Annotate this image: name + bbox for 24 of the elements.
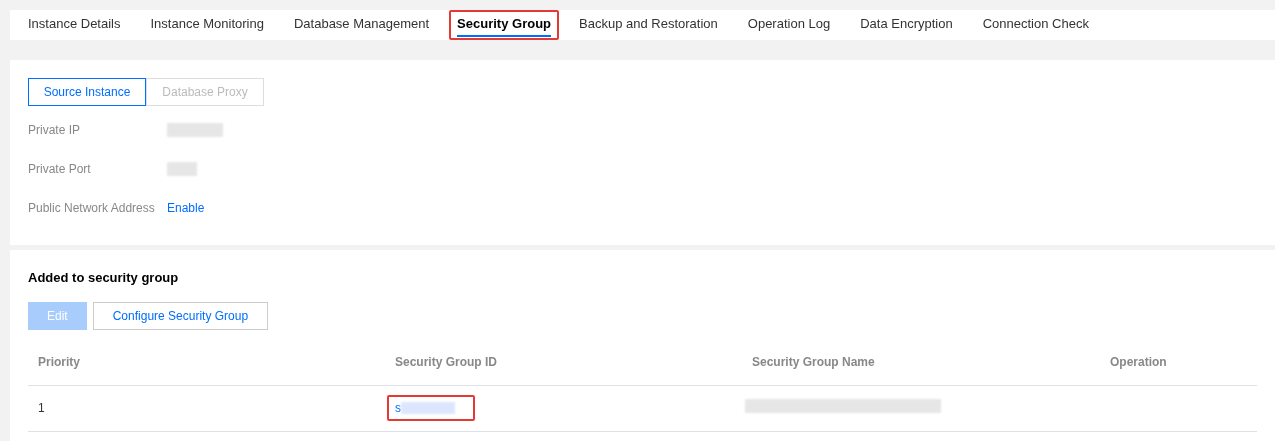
field-label: Private IP xyxy=(28,122,82,139)
field-label: Public Network Address xyxy=(28,200,156,217)
segment-tab[interactable]: Source Instance xyxy=(28,78,146,106)
security-group-link[interactable]: s xyxy=(395,399,401,417)
table-cell-text: 1 xyxy=(37,400,46,417)
tab[interactable]: Data Encryption xyxy=(860,13,953,37)
configure-button[interactable]: Configure Security Group xyxy=(92,301,269,330)
enable-link[interactable]: Enable xyxy=(167,199,205,217)
redacted-value xyxy=(167,162,197,176)
tab[interactable]: Security Group xyxy=(457,13,552,37)
tab[interactable]: Connection Check xyxy=(982,13,1089,37)
field-label: Private Port xyxy=(28,161,92,178)
column-header: Operation xyxy=(1109,354,1168,371)
tab[interactable]: Database Management xyxy=(293,13,430,37)
column-header: Security Group ID xyxy=(394,354,499,371)
tab[interactable]: Instance Details xyxy=(28,13,121,37)
column-header: Priority xyxy=(37,354,81,371)
column-header: Security Group Name xyxy=(751,354,876,371)
tab[interactable]: Instance Monitoring xyxy=(150,13,264,37)
redacted-value xyxy=(167,123,223,137)
redacted-value xyxy=(401,402,455,414)
tab[interactable]: Backup and Restoration xyxy=(579,13,718,37)
tab[interactable]: Operation Log xyxy=(747,13,831,37)
section-title: Added to security group xyxy=(28,269,180,287)
